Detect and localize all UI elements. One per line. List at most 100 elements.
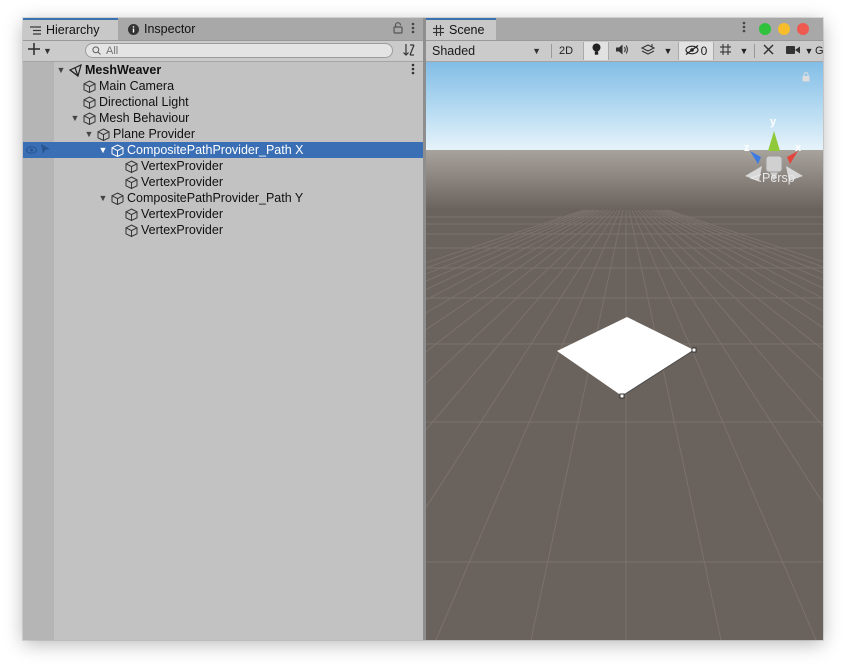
expand-arrow-icon[interactable]: ▼ (97, 193, 109, 203)
hierarchy-tree: ▼ MeshWeaver Main Camera Directional Light ▼… (23, 62, 423, 640)
plus-icon (28, 42, 40, 60)
grid-toggle-button[interactable] (714, 42, 736, 60)
create-dropdown-button[interactable]: ▼ (28, 42, 52, 60)
expand-arrow-icon[interactable]: ▼ (55, 65, 67, 75)
close-button[interactable] (797, 23, 809, 35)
gizmo-y-label: y (770, 116, 777, 128)
expand-arrow-icon[interactable]: ▼ (83, 129, 95, 139)
cube-icon (123, 159, 139, 173)
cube-icon (123, 175, 139, 189)
cube-icon (81, 111, 97, 125)
more-options-icon[interactable] (411, 22, 415, 37)
toolbar-separator (754, 44, 755, 58)
hierarchy-row-label: VertexProvider (141, 175, 223, 189)
hierarchy-row-label: CompositePathProvider_Path Y (127, 191, 304, 205)
gizmos-toggle-label: G (815, 45, 823, 57)
chevron-down-icon: ▼ (43, 46, 52, 56)
hierarchy-search[interactable] (85, 43, 393, 58)
cube-icon (81, 79, 97, 93)
expand-arrow-icon[interactable]: ▼ (69, 113, 81, 123)
unity-scene-icon (67, 63, 83, 77)
hierarchy-row[interactable]: VertexProvider (23, 206, 423, 222)
search-icon (92, 44, 102, 58)
hierarchy-row-label: MeshWeaver (85, 63, 162, 77)
grid-icon (719, 43, 732, 59)
gizmo-z-label: z (744, 142, 750, 154)
hierarchy-toolbar: ▼ (23, 41, 423, 62)
hierarchy-row-label: VertexProvider (141, 207, 223, 221)
camera-settings-button[interactable] (782, 42, 804, 60)
grid-dropdown-button[interactable]: ▼ (737, 42, 751, 60)
hierarchy-row[interactable]: ▼ CompositePathProvider_Path X (23, 142, 423, 158)
tab-hierarchy-label: Hierarchy (46, 23, 100, 37)
speaker-icon (615, 44, 629, 58)
minimize-button[interactable] (778, 23, 790, 35)
camera-dropdown-button[interactable]: ▼ (804, 42, 814, 60)
shading-mode-dropdown[interactable]: Shaded ▼ (428, 42, 546, 60)
ground-plane (426, 210, 823, 640)
hierarchy-row[interactable]: Directional Light (23, 94, 423, 110)
hierarchy-panel: Hierarchy Inspector ▼ All ▼ MeshWeaver M… (23, 18, 423, 640)
info-icon (128, 23, 139, 35)
hierarchy-row-label: Main Camera (99, 79, 175, 93)
projection-toggle[interactable]: Persp (750, 171, 795, 185)
tab-scene-label: Scene (449, 23, 485, 37)
gizmo-lock-icon[interactable] (802, 72, 810, 82)
perspective-icon (750, 174, 762, 182)
hierarchy-row[interactable]: VertexProvider (23, 174, 423, 190)
eye-icon[interactable] (26, 143, 37, 157)
chevron-down-icon: ▼ (532, 46, 541, 56)
hierarchy-row[interactable]: ▼ Mesh Behaviour (23, 110, 423, 126)
hierarchy-row[interactable]: VertexProvider (23, 158, 423, 174)
hierarchy-row[interactable]: VertexProvider (23, 222, 423, 238)
more-options-icon[interactable] (742, 21, 746, 36)
right-tab-bar: Scene (426, 18, 823, 41)
effects-toggle-button[interactable] (636, 42, 660, 60)
lighting-toggle-button[interactable] (583, 42, 609, 60)
audio-toggle-button[interactable] (610, 42, 634, 60)
camera-icon (786, 45, 800, 58)
cube-icon (123, 207, 139, 221)
hierarchy-row-label: VertexProvider (141, 223, 223, 237)
scene-root-row[interactable]: ▼ MeshWeaver (23, 62, 423, 78)
expand-arrow-icon[interactable]: ▼ (97, 145, 109, 155)
tab-inspector[interactable]: Inspector (120, 18, 230, 40)
projection-label: Persp (762, 171, 795, 185)
effects-dropdown-button[interactable]: ▼ (661, 42, 675, 60)
z-axis-cone[interactable] (750, 151, 761, 164)
vertex-handle[interactable] (619, 393, 625, 399)
hierarchy-row-label: Directional Light (99, 95, 189, 109)
cube-icon (109, 191, 125, 205)
hidden-objects-toggle-button[interactable]: 0 (678, 42, 714, 60)
sort-icon[interactable] (402, 43, 416, 60)
scene-options-icon[interactable] (411, 63, 415, 78)
hierarchy-row[interactable]: Main Camera (23, 78, 423, 94)
maximize-button[interactable] (759, 23, 771, 35)
tools-toggle-button[interactable] (757, 42, 779, 60)
hidden-objects-count: 0 (700, 44, 708, 58)
gizmos-toggle-button[interactable]: G (815, 42, 823, 60)
chevron-down-icon: ▼ (663, 46, 673, 56)
lightbulb-icon (592, 43, 601, 59)
scene-toolbar: Shaded ▼ 2D ▼ 0 ▼ ▼ G (426, 41, 823, 62)
unity-editor-window: Hierarchy Inspector ▼ All ▼ MeshWeaver M… (23, 18, 823, 640)
2d-toggle-button[interactable]: 2D (554, 42, 578, 60)
vertex-handle[interactable] (691, 347, 697, 353)
visibility-controls (26, 142, 50, 158)
search-input[interactable] (102, 44, 376, 57)
lock-icon[interactable] (393, 22, 403, 37)
cube-icon (81, 95, 97, 109)
toolbar-separator (551, 44, 552, 58)
list-icon (30, 25, 41, 35)
left-tab-actions (393, 22, 415, 37)
scene-viewport[interactable]: y x z Persp (426, 62, 823, 640)
pick-icon[interactable] (41, 143, 50, 157)
y-axis-cone[interactable] (768, 131, 780, 151)
hierarchy-row[interactable]: ▼ Plane Provider (23, 126, 423, 142)
tab-inspector-label: Inspector (144, 22, 196, 36)
center-cube[interactable] (765, 155, 783, 173)
hierarchy-row[interactable]: ▼ CompositePathProvider_Path Y (23, 190, 423, 206)
tab-hierarchy[interactable]: Hierarchy (23, 18, 118, 40)
chevron-down-icon: ▼ (739, 46, 749, 56)
tab-scene[interactable]: Scene (426, 18, 496, 40)
